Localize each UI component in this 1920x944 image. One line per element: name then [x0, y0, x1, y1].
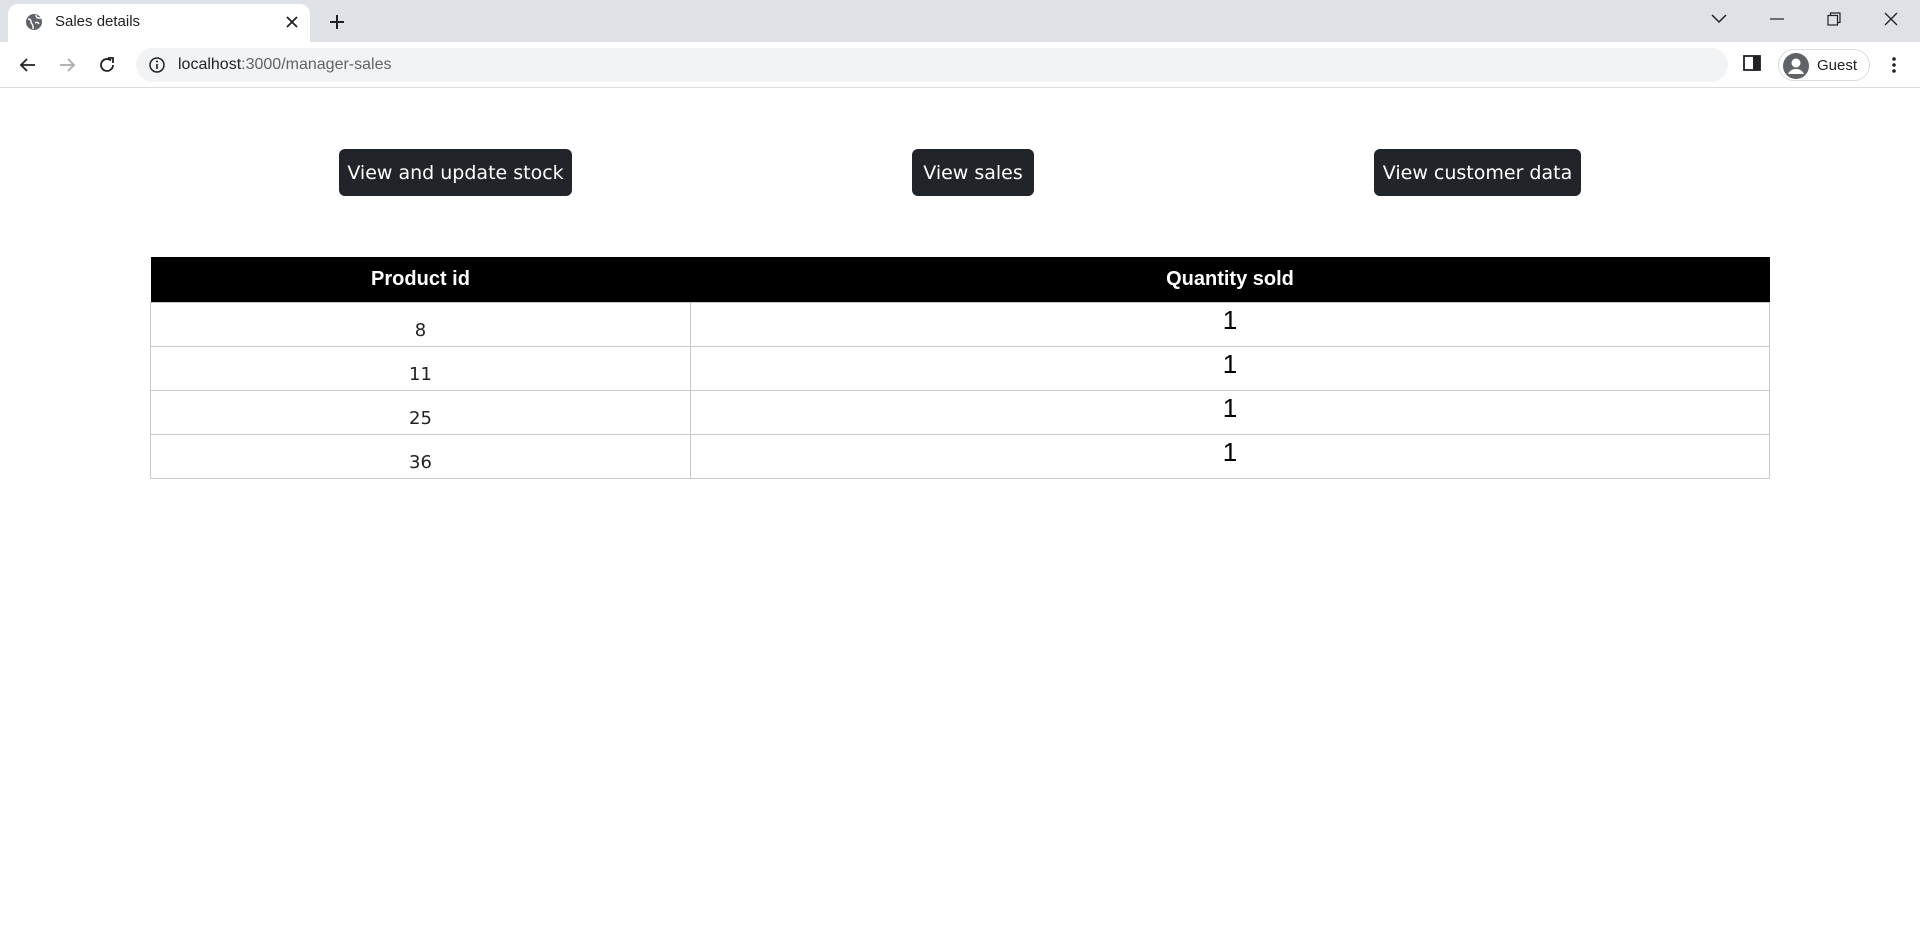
close-window-button[interactable] [1862, 0, 1919, 38]
table-row: 25 1 [150, 389, 1770, 435]
minimize-button[interactable] [1748, 0, 1805, 38]
quantity-value: 1 [1222, 392, 1238, 423]
table-row: 8 1 [150, 301, 1770, 347]
plus-icon [330, 15, 344, 29]
browser-menu-button[interactable] [1880, 51, 1908, 79]
cell-product-id: 25 [150, 389, 691, 435]
profile-label: Guest [1817, 57, 1858, 74]
address-path: :3000/manager-sales [241, 56, 392, 73]
header-product-id: Product id [150, 257, 691, 302]
view-update-stock-button[interactable]: View and update stock [339, 149, 572, 196]
avatar-icon [1782, 52, 1810, 80]
tab-strip: Sales details [0, 0, 1920, 42]
address-url: localhost:3000/manager-sales [178, 56, 391, 74]
cell-product-id: 11 [150, 345, 691, 391]
minimize-icon [1769, 18, 1784, 20]
address-host: localhost [178, 56, 242, 73]
reload-icon [100, 57, 114, 72]
quantity-value: 1 [1222, 348, 1238, 379]
site-info-icon[interactable] [148, 56, 166, 74]
view-customer-data-button[interactable]: View customer data [1374, 149, 1581, 196]
product-id-value: 11 [409, 363, 432, 385]
quantity-value: 1 [1222, 304, 1238, 335]
browser-toolbar: localhost:3000/manager-sales Guest [0, 42, 1920, 88]
chevron-down-icon [1710, 14, 1727, 24]
back-button[interactable] [14, 51, 42, 79]
product-id-value: 25 [409, 407, 432, 429]
header-quantity-sold: Quantity sold [690, 257, 1770, 302]
tab-search-button[interactable] [1690, 0, 1747, 38]
cell-quantity: 1 [690, 389, 1770, 435]
reload-button[interactable] [93, 51, 121, 79]
restore-button[interactable] [1805, 0, 1862, 38]
cell-quantity: 1 [690, 301, 1770, 347]
product-id-value: 8 [414, 319, 427, 341]
more-vert-icon [1892, 57, 1896, 73]
table-header-row: Product id Quantity sold [150, 257, 1770, 302]
forward-button[interactable] [53, 51, 81, 79]
page-content: View and update stock View sales View cu… [0, 89, 1920, 944]
tab-close-icon[interactable] [280, 10, 304, 34]
table-row: 11 1 [150, 345, 1770, 391]
cell-quantity: 1 [690, 345, 1770, 391]
quantity-value: 1 [1222, 436, 1238, 467]
forward-arrow-icon [60, 58, 76, 72]
sales-table: Product id Quantity sold 8 1 11 1 25 1 3… [150, 257, 1770, 479]
tab-title: Sales details [55, 13, 141, 30]
product-id-value: 36 [409, 451, 432, 473]
cell-product-id: 36 [150, 433, 691, 479]
view-sales-button[interactable]: View sales [912, 149, 1034, 196]
address-bar[interactable]: localhost:3000/manager-sales [136, 48, 1728, 82]
close-icon [1884, 12, 1897, 26]
table-row: 36 1 [150, 433, 1770, 479]
globe-icon [24, 12, 44, 32]
profile-button[interactable]: Guest [1778, 49, 1870, 81]
new-tab-button[interactable] [324, 9, 350, 35]
restore-icon [1826, 12, 1841, 26]
cell-product-id: 8 [150, 301, 691, 347]
back-arrow-icon [19, 58, 35, 72]
side-panel-icon[interactable] [1742, 53, 1766, 77]
cell-quantity: 1 [690, 433, 1770, 479]
browser-tab[interactable]: Sales details [8, 4, 310, 42]
